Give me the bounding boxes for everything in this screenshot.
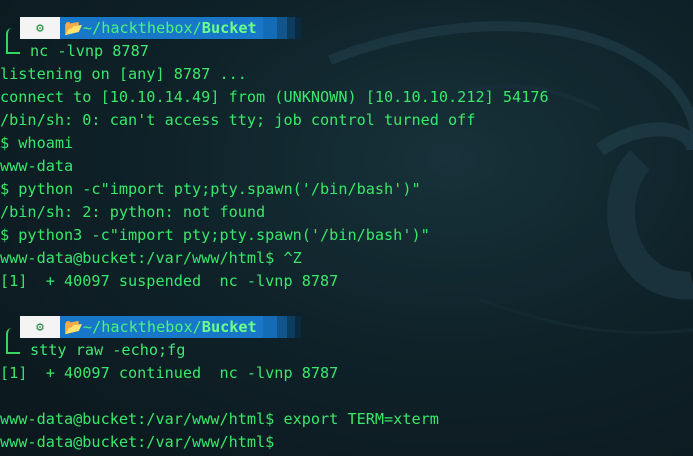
output-line: www-data@bucket:/var/www/html$ (0, 433, 275, 451)
output-line: /bin/sh: 0: can't access tty; job contro… (0, 111, 476, 129)
kali-icon: ⚙ (20, 316, 60, 338)
path-segment: 📂~/hackthebox/Bucket (60, 316, 263, 338)
folder-icon: 📂 (64, 318, 83, 336)
output-line: $ python3 -c"import pty;pty.spawn('/bin/… (0, 226, 430, 244)
terminal-window[interactable]: ⚙ 📂~/hackthebox/Bucket nc -lvnp 8787 lis… (0, 0, 693, 456)
prompt-corner (6, 28, 20, 54)
prompt-corner (6, 328, 20, 354)
path-dir: Bucket (201, 19, 257, 37)
output-line: /bin/sh: 2: python: not found (0, 203, 266, 221)
output-line: www-data@bucket:/var/www/html$ ^Z (0, 249, 302, 267)
output-line: $ whoami (0, 134, 74, 152)
output-line: www-data (0, 157, 74, 175)
kali-icon: ⚙ (20, 17, 60, 39)
output-line: listening on [any] 8787 ... (0, 65, 247, 83)
command-text: nc -lvnp 8787 (30, 42, 149, 60)
command-text: stty raw -echo;fg (30, 341, 186, 359)
path-dir: Bucket (201, 318, 257, 336)
output-line: [1] + 40097 suspended nc -lvnp 8787 (0, 272, 339, 290)
path-segment: 📂~/hackthebox/Bucket (60, 17, 263, 39)
output-line: www-data@bucket:/var/www/html$ export TE… (0, 410, 439, 428)
path-prefix: ~/hackthebox/ (82, 318, 202, 336)
prompt-bar: ⚙ 📂~/hackthebox/Bucket (20, 17, 301, 39)
output-line: $ python -c"import pty;pty.spawn('/bin/b… (0, 180, 421, 198)
prompt-bar: ⚙ 📂~/hackthebox/Bucket (20, 316, 301, 338)
output-line: connect to [10.10.14.49] from (UNKNOWN) … (0, 88, 549, 106)
path-prefix: ~/hackthebox/ (82, 19, 202, 37)
folder-icon: 📂 (64, 19, 83, 37)
output-line: [1] + 40097 continued nc -lvnp 8787 (0, 364, 339, 382)
